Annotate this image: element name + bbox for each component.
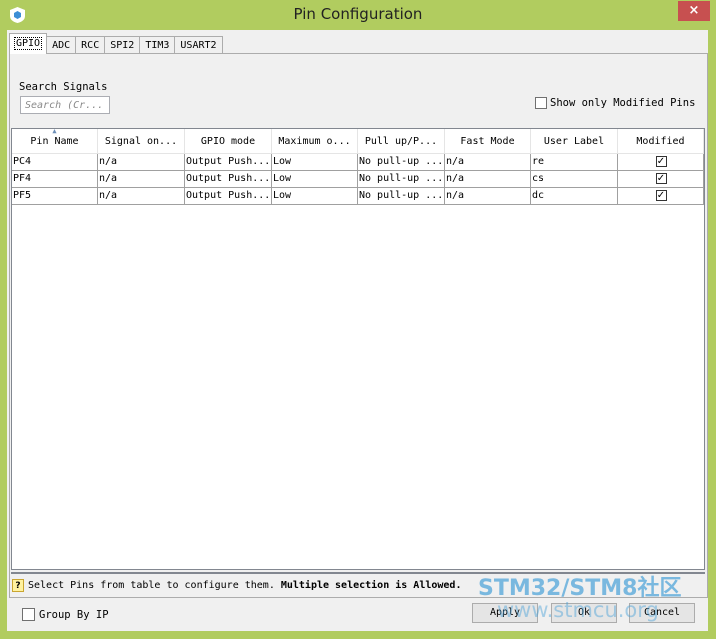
- modified-checkbox[interactable]: ✓: [655, 155, 667, 167]
- column-header-gpio-mode[interactable]: GPIO mode: [185, 129, 272, 153]
- cell-user-label: dc: [531, 188, 618, 204]
- cell-modified: ✓: [618, 154, 704, 170]
- cell-pin: PF4: [12, 171, 98, 187]
- table-header: ▲ Pin Name Signal on... GPIO mode Maximu…: [12, 127, 704, 154]
- cell-pin: PC4: [12, 154, 98, 170]
- cancel-button[interactable]: Cancel: [629, 603, 695, 623]
- close-button[interactable]: ×: [678, 1, 710, 21]
- cell-max-output: Low: [272, 188, 358, 204]
- sort-ascending-icon: ▲: [52, 127, 57, 135]
- show-modified-checkbox[interactable]: [535, 97, 547, 109]
- status-bold-text: Multiple selection is Allowed.: [280, 579, 462, 591]
- column-header-pin-name[interactable]: ▲ Pin Name: [12, 127, 98, 153]
- cell-max-output: Low: [272, 154, 358, 170]
- group-by-ip-toggle[interactable]: Group By IP: [22, 608, 109, 621]
- tab-usart2[interactable]: USART2: [174, 36, 223, 54]
- title-bar: Pin Configuration ×: [0, 0, 716, 30]
- search-signals-input[interactable]: Search (Cr...: [20, 96, 110, 114]
- dialog-body: GPIO ADC RCC SPI2 TIM3 USART2 Search Sig…: [7, 30, 708, 631]
- cell-user-label: cs: [531, 171, 618, 187]
- column-header-user-label[interactable]: User Label: [531, 129, 618, 153]
- table-row[interactable]: PC4 n/a Output Push... Low No pull-up ..…: [12, 154, 704, 171]
- tab-rcc[interactable]: RCC: [75, 36, 106, 54]
- table-row[interactable]: PF5 n/a Output Push... Low No pull-up ..…: [12, 188, 704, 205]
- cell-fast-mode: n/a: [445, 171, 531, 187]
- tab-label: GPIO: [13, 37, 43, 50]
- column-header-fast-mode[interactable]: Fast Mode: [445, 129, 531, 153]
- ok-button[interactable]: Ok: [551, 603, 617, 623]
- cell-fast-mode: n/a: [445, 154, 531, 170]
- cell-gpio-mode: Output Push...: [185, 188, 272, 204]
- cell-gpio-mode: Output Push...: [185, 154, 272, 170]
- group-by-ip-checkbox[interactable]: [22, 608, 35, 621]
- status-bar: ? Select Pins from table to configure th…: [11, 572, 705, 596]
- window-title: Pin Configuration: [293, 5, 423, 23]
- cell-gpio-mode: Output Push...: [185, 171, 272, 187]
- tab-tim3[interactable]: TIM3: [139, 36, 176, 54]
- show-modified-label: Show only Modified Pins: [550, 97, 696, 109]
- column-header-pull[interactable]: Pull up/P...: [358, 129, 445, 153]
- show-modified-pins-toggle[interactable]: Show only Modified Pins: [535, 97, 695, 109]
- apply-button[interactable]: Apply: [472, 603, 538, 623]
- cell-modified: ✓: [618, 171, 704, 187]
- cell-user-label: re: [531, 154, 618, 170]
- modified-checkbox[interactable]: ✓: [655, 172, 667, 184]
- tab-bar: GPIO ADC RCC SPI2 TIM3 USART2: [9, 33, 223, 54]
- cell-pull: No pull-up ...: [358, 154, 445, 170]
- column-label: Pin Name: [30, 136, 79, 147]
- cell-signal: n/a: [98, 188, 185, 204]
- cell-pin: PF5: [12, 188, 98, 204]
- cell-pull: No pull-up ...: [358, 171, 445, 187]
- modified-checkbox[interactable]: ✓: [655, 189, 667, 201]
- table-row[interactable]: PF4 n/a Output Push... Low No pull-up ..…: [12, 171, 704, 188]
- search-signals-label: Search Signals: [19, 81, 108, 93]
- column-header-maximum-output[interactable]: Maximum o...: [272, 129, 358, 153]
- tab-spi2[interactable]: SPI2: [104, 36, 141, 54]
- tab-gpio[interactable]: GPIO: [9, 33, 48, 54]
- cell-pull: No pull-up ...: [358, 188, 445, 204]
- help-icon: ?: [12, 578, 24, 592]
- group-by-ip-label: Group By IP: [39, 608, 109, 621]
- status-text: Select Pins from table to configure them…: [28, 579, 275, 591]
- cell-fast-mode: n/a: [445, 188, 531, 204]
- pin-table: ▲ Pin Name Signal on... GPIO mode Maximu…: [11, 127, 705, 570]
- cell-signal: n/a: [98, 171, 185, 187]
- close-icon: ×: [688, 3, 700, 18]
- column-header-modified[interactable]: Modified: [618, 129, 704, 153]
- cell-modified: ✓: [618, 188, 704, 204]
- cell-max-output: Low: [272, 171, 358, 187]
- gpio-tab-panel: Search Signals Search (Cr... Show only M…: [9, 53, 708, 598]
- column-header-signal[interactable]: Signal on...: [98, 129, 185, 153]
- cell-signal: n/a: [98, 154, 185, 170]
- tab-adc[interactable]: ADC: [46, 36, 77, 54]
